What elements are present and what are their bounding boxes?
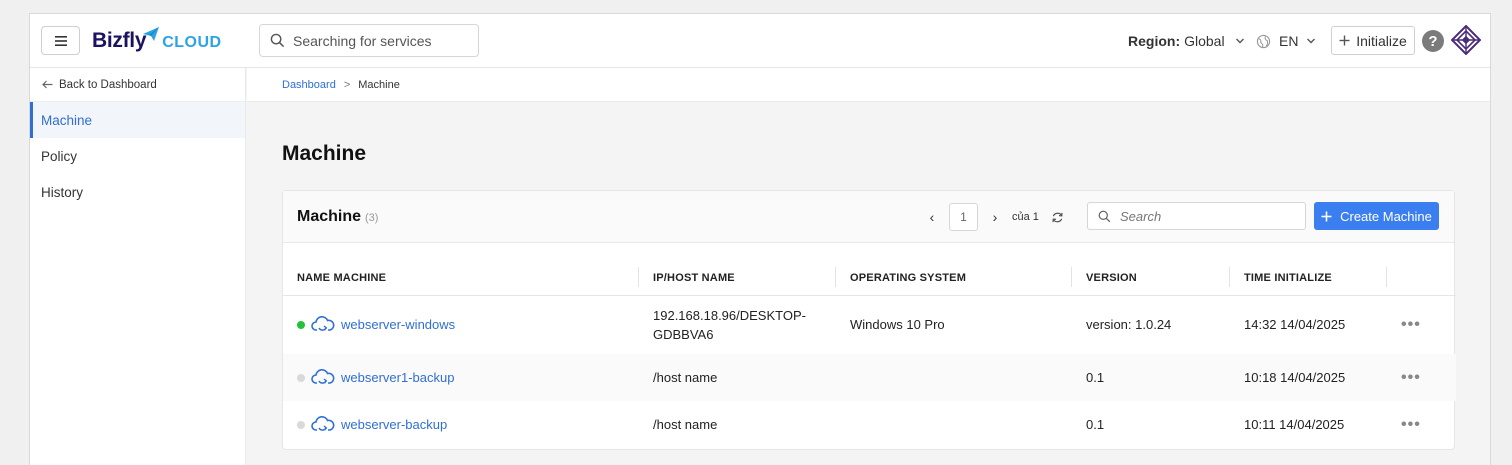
- chevron-down-icon: [1235, 38, 1244, 44]
- page-title: Machine: [282, 142, 367, 165]
- machine-name-link[interactable]: webserver1-backup: [341, 370, 454, 385]
- machine-name-link[interactable]: webserver-windows: [341, 317, 455, 332]
- table-header-row: NAME MACHINE IP/HOST NAME OPERATING SYST…: [283, 243, 1456, 296]
- machine-count: (3): [365, 211, 379, 224]
- table-row[interactable]: webserver1-backup /host name 0.1 10:18 1…: [283, 354, 1456, 401]
- page-of-text: của 1: [1012, 211, 1039, 223]
- bizfly-logo[interactable]: Bizfly CLOUD: [92, 24, 222, 58]
- host-cell: /host name: [639, 354, 836, 401]
- search-icon: [1098, 210, 1111, 222]
- table-row[interactable]: webserver-windows 192.168.18.96/DESKTOP-…: [283, 295, 1456, 354]
- breadcrumb-separator: >: [343, 78, 351, 91]
- search-icon: [270, 33, 285, 48]
- initialize-label: Initialize: [1356, 32, 1407, 49]
- host-cell: 192.168.18.96/DESKTOP-GDBBVA6: [653, 307, 806, 342]
- os-cell: Windows 10 Pro: [850, 317, 945, 333]
- machine-table: NAME MACHINE IP/HOST NAME OPERATING SYST…: [283, 243, 1456, 448]
- create-machine-label: Create Machine: [1340, 208, 1432, 224]
- machine-search-input[interactable]: [1120, 208, 1290, 224]
- app-frame: Bizfly CLOUD Region: Global EN Initializ…: [29, 13, 1491, 465]
- initialize-button[interactable]: Initialize: [1331, 26, 1415, 55]
- breadcrumb: Dashboard > Machine: [247, 68, 1490, 102]
- service-search-input[interactable]: [293, 32, 463, 49]
- region-selector[interactable]: Region: Global: [1128, 33, 1245, 49]
- os-cell: [836, 354, 1072, 401]
- more-actions-icon[interactable]: •••: [1401, 316, 1421, 333]
- column-header-actions: [1387, 243, 1456, 296]
- region-value: Global: [1184, 33, 1225, 49]
- next-page-button[interactable]: ›: [988, 209, 1002, 225]
- sidebar-item-machine[interactable]: Machine: [30, 102, 245, 138]
- os-cell: [836, 401, 1072, 448]
- time-cell: 10:18 14/04/2025: [1230, 354, 1387, 401]
- status-dot-online: [297, 320, 305, 329]
- region-label: Region:: [1128, 33, 1181, 49]
- host-cell: /host name: [653, 417, 718, 432]
- chevron-down-icon: [1307, 38, 1316, 44]
- top-bar: Bizfly CLOUD Region: Global EN Initializ…: [30, 14, 1490, 68]
- pagination: ‹ 1 › của 1: [925, 203, 1064, 231]
- plus-icon: [1321, 211, 1332, 221]
- arrow-left-icon: [42, 80, 53, 89]
- service-search[interactable]: [259, 24, 479, 57]
- card-header: Machine (3) ‹ 1 › của 1 Create Machine: [283, 191, 1454, 243]
- page-number-input[interactable]: 1: [949, 203, 978, 231]
- avatar[interactable]: [1451, 25, 1481, 55]
- cloud-sync-icon: [311, 368, 335, 384]
- sidebar-item-label: Machine: [41, 112, 93, 128]
- sidebar-item-policy[interactable]: Policy: [30, 138, 245, 174]
- card-title: Machine: [297, 207, 362, 225]
- refresh-icon[interactable]: [1051, 211, 1064, 224]
- sidebar-item-history[interactable]: History: [30, 174, 245, 210]
- prev-page-button[interactable]: ‹: [925, 209, 939, 225]
- status-dot-offline: [297, 420, 305, 429]
- column-header[interactable]: VERSION: [1072, 243, 1230, 296]
- more-actions-icon[interactable]: •••: [1401, 416, 1421, 433]
- machine-search[interactable]: [1087, 202, 1306, 230]
- paper-plane-icon: [143, 27, 160, 41]
- menu-button[interactable]: [41, 26, 80, 55]
- more-actions-icon[interactable]: •••: [1401, 369, 1421, 386]
- column-header[interactable]: NAME MACHINE: [283, 243, 639, 296]
- hamburger-icon: [54, 35, 67, 46]
- column-header[interactable]: OPERATING SYSTEM: [836, 243, 1072, 296]
- version-cell: version: 1.0.24: [1086, 317, 1172, 333]
- version-cell: 0.1: [1072, 354, 1230, 401]
- breadcrumb-current: Machine: [358, 78, 400, 91]
- breadcrumb-dashboard[interactable]: Dashboard: [282, 79, 336, 91]
- logo-sub-text: CLOUD: [162, 34, 222, 51]
- back-to-dashboard-link[interactable]: Back to Dashboard: [30, 68, 245, 102]
- sidebar-item-label: History: [41, 184, 84, 200]
- logo-main-text: Bizfly: [92, 29, 147, 52]
- help-icon[interactable]: ?: [1422, 30, 1444, 52]
- machine-name-link[interactable]: webserver-backup: [341, 417, 447, 432]
- table-row[interactable]: webserver-backup /host name 0.1 10:11 14…: [283, 401, 1456, 448]
- column-header[interactable]: IP/HOST NAME: [639, 243, 836, 296]
- sidebar-item-label: Policy: [41, 148, 78, 164]
- back-label: Back to Dashboard: [59, 78, 157, 91]
- language-value: EN: [1279, 33, 1299, 49]
- column-header[interactable]: TIME INITIALIZE: [1230, 243, 1387, 296]
- version-cell: 0.1: [1086, 417, 1105, 432]
- globe-icon: [1256, 34, 1271, 48]
- sidebar: Back to Dashboard Machine Policy History: [30, 68, 246, 465]
- plus-icon: [1339, 35, 1350, 46]
- status-dot-offline: [297, 373, 305, 382]
- time-cell: 14:32 14/04/2025: [1244, 317, 1346, 333]
- create-machine-button[interactable]: Create Machine: [1314, 202, 1439, 230]
- cloud-sync-icon: [311, 315, 335, 331]
- language-selector[interactable]: EN: [1256, 33, 1316, 49]
- machine-card: Machine (3) ‹ 1 › của 1 Create Machine: [282, 190, 1456, 450]
- cloud-sync-icon: [311, 415, 335, 431]
- time-cell: 10:11 14/04/2025: [1244, 417, 1345, 432]
